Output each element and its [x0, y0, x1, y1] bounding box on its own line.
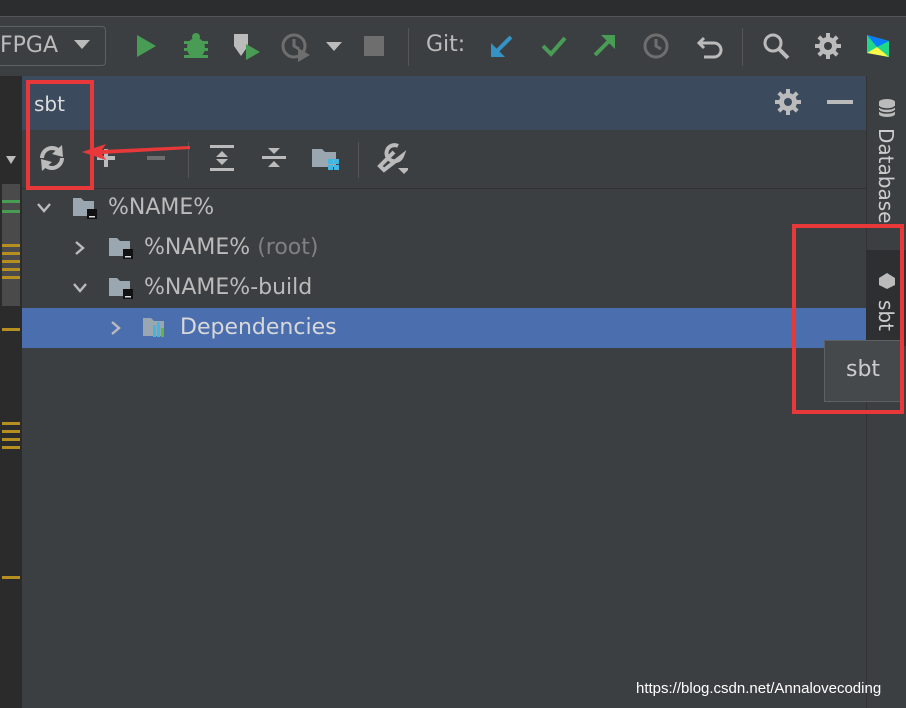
tree-node-name-root[interactable]: %NAME%: [22, 188, 866, 228]
database-tab-label: Database: [874, 128, 898, 224]
gear-icon[interactable]: [772, 86, 804, 118]
dropdown-icon[interactable]: [318, 30, 350, 62]
toolbar-separator: [408, 28, 409, 66]
git-push-icon[interactable]: [588, 30, 620, 62]
history-icon[interactable]: [640, 30, 672, 62]
coverage-icon[interactable]: [230, 30, 262, 62]
chevron-right-icon[interactable]: [72, 240, 88, 256]
menu-strip: [0, 0, 906, 17]
toolbar-separator: [358, 142, 359, 178]
wrench-icon[interactable]: [376, 142, 408, 174]
search-icon[interactable]: [760, 30, 792, 62]
sbt-tool-window-header: [22, 76, 866, 130]
module-folder-icon: [109, 238, 133, 259]
settings-icon[interactable]: [812, 30, 844, 62]
database-icon: [878, 99, 896, 117]
profile-icon[interactable]: [280, 30, 312, 62]
minimize-icon[interactable]: [824, 86, 856, 118]
library-folder-icon: [143, 318, 164, 337]
chevron-down-icon[interactable]: [74, 40, 90, 49]
toolbox-icon[interactable]: [862, 30, 894, 62]
stop-icon[interactable]: [358, 30, 390, 62]
git-label: Git:: [426, 32, 466, 57]
annotation-box-sbt-tab: [792, 224, 904, 414]
project-folder-icon[interactable]: [310, 142, 342, 174]
chevron-down-icon[interactable]: [72, 280, 88, 296]
tree-node-label: Dependencies: [180, 315, 337, 340]
chevron-right-icon[interactable]: [108, 320, 124, 336]
debug-icon[interactable]: [180, 30, 212, 62]
expand-all-icon[interactable]: [206, 142, 238, 174]
rollback-icon[interactable]: [694, 30, 726, 62]
editor-gutter: [0, 76, 23, 708]
module-folder-icon: [73, 198, 97, 219]
module-folder-icon: [109, 278, 133, 299]
tree-node-label: %NAME% (root): [144, 235, 319, 260]
annotation-box-refresh: [26, 80, 94, 190]
tree-node-dependencies[interactable]: Dependencies: [22, 308, 866, 348]
collapse-all-icon[interactable]: [258, 142, 290, 174]
run-icon[interactable]: [130, 30, 162, 62]
tree-node-root-module[interactable]: %NAME% (root): [22, 228, 866, 268]
tree-node-suffix: (root): [257, 235, 319, 260]
git-update-icon[interactable]: [486, 30, 518, 62]
toolbar-separator: [742, 28, 743, 66]
run-config-label: FPGA: [0, 33, 59, 58]
tree-node-label: %NAME%-build: [144, 275, 313, 300]
tree-node-build-module[interactable]: %NAME%-build: [22, 268, 866, 308]
watermark: https://blog.csdn.net/Annalovecoding: [636, 680, 882, 697]
chevron-down-icon[interactable]: [36, 200, 52, 216]
tree-node-label: %NAME%: [108, 195, 215, 220]
annotation-arrow: [82, 144, 190, 160]
git-commit-icon[interactable]: [538, 30, 570, 62]
